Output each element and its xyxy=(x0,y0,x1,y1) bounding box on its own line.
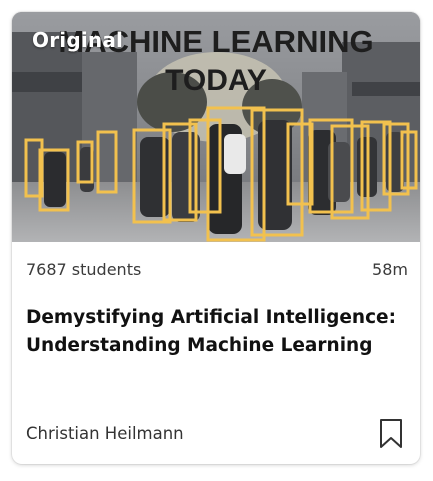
original-badge: Original xyxy=(32,28,124,52)
course-title-line1: Demystifying Artificial Intelligence: xyxy=(26,307,396,328)
bookmark-outline-icon xyxy=(380,419,402,448)
bookmark-button[interactable] xyxy=(378,418,404,450)
course-meta: 7687 students 58m xyxy=(26,260,408,284)
course-title[interactable]: Demystifying Artificial Intelligence: Un… xyxy=(26,304,416,360)
course-card[interactable]: MACHINE LEARNING TODAY Original 7687 stu… xyxy=(12,12,420,464)
course-title-line2: Understanding Machine Learning xyxy=(26,335,373,356)
student-count: 7687 students xyxy=(26,260,142,279)
course-thumbnail[interactable]: MACHINE LEARNING TODAY Original xyxy=(12,12,420,242)
thumbnail-headline-line2: TODAY xyxy=(165,64,267,97)
course-author: Christian Heilmann xyxy=(26,424,184,443)
course-duration: 58m xyxy=(372,260,408,279)
